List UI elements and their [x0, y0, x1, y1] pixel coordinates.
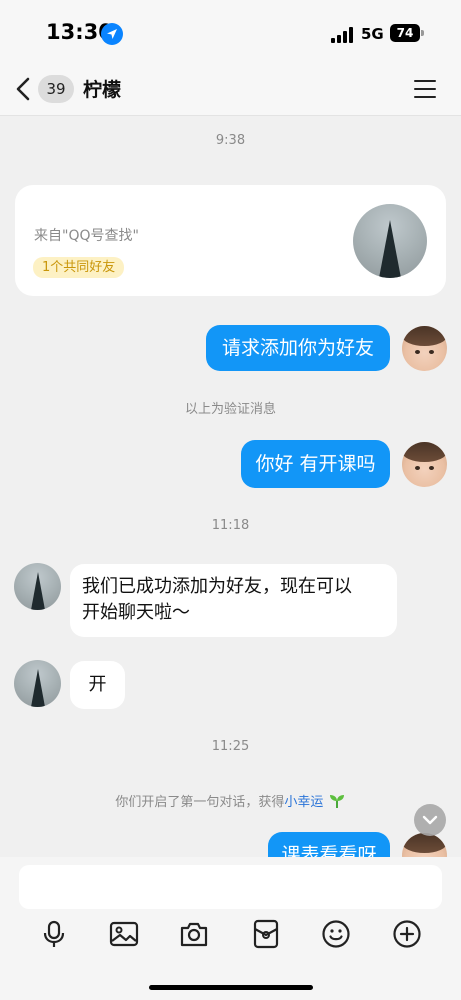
incoming-message-line: 我们已成功添加为好友，现在可以: [82, 576, 352, 597]
plus-icon[interactable]: [392, 919, 422, 949]
my-avatar[interactable]: [402, 442, 447, 487]
message-input[interactable]: [19, 865, 442, 909]
home-indicator[interactable]: [149, 985, 313, 990]
red-packet-icon[interactable]: [251, 919, 281, 949]
timestamp: 9:38: [215, 133, 246, 148]
first-chat-text: 你们开启了第一句对话，获得: [115, 795, 285, 810]
outgoing-message[interactable]: 你好 有开课吗: [241, 440, 390, 488]
friend-request-card[interactable]: 来自"QQ号查找" 1个共同好友: [15, 185, 446, 296]
location-arrow-icon: [101, 23, 123, 45]
scroll-to-bottom-button[interactable]: [414, 804, 446, 836]
contact-avatar[interactable]: [14, 563, 61, 610]
chevron-down-icon: [422, 815, 438, 825]
timestamp: 11:18: [211, 518, 250, 533]
first-chat-note: 你们开启了第一句对话，获得小幸运: [0, 791, 461, 810]
my-avatar[interactable]: [402, 326, 447, 371]
message-list[interactable]: 9:38 来自"QQ号查找" 1个共同好友 请求添加你为好友 以上为验证消息 你…: [0, 117, 461, 857]
outgoing-message[interactable]: 请求添加你为好友: [206, 325, 390, 371]
incoming-message-line: 开始聊天啦～: [82, 602, 190, 623]
outgoing-message[interactable]: 课表看看呀: [268, 832, 390, 857]
incoming-message[interactable]: 开: [70, 661, 125, 709]
contact-avatar[interactable]: [353, 204, 427, 278]
lucky-link[interactable]: 小幸运: [284, 795, 323, 810]
timestamp: 11:25: [211, 739, 250, 754]
camera-icon[interactable]: [179, 919, 209, 949]
chat-header: 39 柠檬: [0, 62, 461, 116]
emoji-icon[interactable]: [321, 919, 351, 949]
incoming-message[interactable]: 我们已成功添加为好友，现在可以 开始聊天啦～: [70, 564, 397, 637]
my-avatar[interactable]: [402, 833, 447, 857]
status-bar: 13:30 5G 74: [0, 0, 461, 62]
battery-tip: [421, 30, 424, 36]
battery-icon: 74: [390, 24, 420, 42]
back-chevron-icon[interactable]: [14, 76, 34, 102]
mutual-friends-badge: 1个共同好友: [33, 257, 125, 278]
signal-icon: [331, 27, 353, 43]
card-source-text: 来自"QQ号查找": [34, 228, 139, 244]
image-icon[interactable]: [109, 919, 139, 949]
composer: [0, 857, 461, 1000]
menu-icon[interactable]: [414, 79, 436, 99]
chat-title[interactable]: 柠檬: [83, 75, 121, 102]
microphone-icon[interactable]: [39, 919, 69, 949]
system-note: 以上为验证消息: [184, 402, 276, 417]
network-label: 5G: [361, 25, 384, 43]
sprout-icon: [329, 795, 344, 808]
contact-avatar[interactable]: [14, 660, 61, 707]
unread-count-badge[interactable]: 39: [38, 75, 74, 103]
